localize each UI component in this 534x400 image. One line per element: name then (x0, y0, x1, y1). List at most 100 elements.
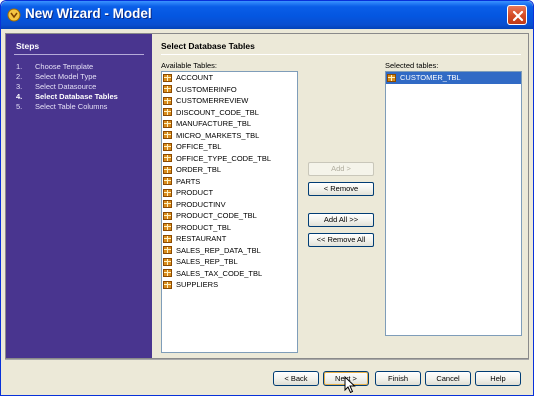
database-table-icon (163, 177, 172, 186)
table-name: SALES_REP_DATA_TBL (176, 245, 261, 255)
main-panel: Select Database Tables Available Tables:… (152, 34, 528, 358)
database-table-icon (163, 165, 172, 174)
step-number: 4. (16, 92, 23, 101)
database-table-icon (163, 211, 172, 220)
available-tables-label: Available Tables: (161, 61, 218, 70)
table-list-item[interactable]: OFFICE_TBL (162, 141, 297, 153)
help-button[interactable]: Help (475, 371, 521, 386)
selected-tables-label: Selected tables: (385, 61, 439, 70)
step-number: 1. (16, 62, 23, 71)
table-list-item[interactable]: SUPPLIERS (162, 279, 297, 291)
table-name: SALES_REP_TBL (176, 257, 238, 266)
table-list-item[interactable]: CUSTOMER_TBL (386, 72, 521, 84)
table-name: MICRO_MARKETS_TBL (176, 130, 260, 140)
table-list-item[interactable]: OFFICE_TYPE_CODE_TBL (162, 153, 297, 165)
table-list-item[interactable]: MICRO_MARKETS_TBL (162, 130, 297, 142)
section-divider (161, 54, 521, 55)
footer-divider (5, 359, 529, 360)
table-list-item[interactable]: PRODUCT_CODE_TBL (162, 210, 297, 222)
database-table-icon (163, 142, 172, 151)
table-name: PRODUCT_TBL (176, 222, 232, 232)
table-list-item[interactable]: SALES_REP_DATA_TBL (162, 245, 297, 257)
table-name: PRODUCT (176, 188, 214, 197)
step-select-database-tables: 4. Select Database Tables (16, 92, 118, 101)
table-list-item[interactable]: PRODUCTINV (162, 199, 297, 211)
table-list-item[interactable]: CUSTOMERREVIEW (162, 95, 297, 107)
back-button[interactable]: < Back (273, 371, 319, 386)
table-list-item[interactable]: DISCOUNT_CODE_TBL (162, 107, 297, 119)
step-label: Select Model Type (35, 72, 97, 81)
database-table-icon (163, 269, 172, 278)
remove-all-button[interactable]: << Remove All (308, 233, 374, 247)
table-list-item[interactable]: CUSTOMERINFO (162, 84, 297, 96)
table-list-item[interactable]: ORDER_TBL (162, 164, 297, 176)
wizard-window: New Wizard - Model Steps 1. Choose Templa… (0, 0, 534, 396)
table-name: PRODUCTINV (176, 199, 226, 209)
table-name: OFFICE_TYPE_CODE_TBL (176, 153, 272, 163)
table-list-item[interactable]: MANUFACTURE_TBL (162, 118, 297, 130)
table-list-item[interactable]: SALES_REP_TBL (162, 256, 297, 268)
wizard-content: Steps 1. Choose Template 2. Select Model T… (5, 33, 529, 359)
database-table-icon (387, 73, 396, 82)
wizard-icon (7, 8, 21, 22)
step-select-datasource: 3. Select Datasource (16, 82, 96, 91)
database-table-icon (163, 234, 172, 243)
section-title: Select Database Tables (161, 41, 255, 51)
database-table-icon (163, 119, 172, 128)
remove-button[interactable]: < Remove (308, 182, 374, 196)
window-title: New Wizard - Model (25, 6, 152, 21)
steps-panel: Steps 1. Choose Template 2. Select Model T… (6, 34, 152, 358)
database-table-icon (163, 188, 172, 197)
table-name: PARTS (176, 176, 201, 186)
database-table-icon (163, 246, 172, 255)
table-name: CUSTOMERINFO (176, 84, 237, 94)
database-table-icon (163, 131, 172, 140)
table-list-item[interactable]: PARTS (162, 176, 297, 188)
step-label: Select Datasource (35, 82, 97, 91)
table-name: RESTAURANT (176, 234, 227, 243)
step-select-table-columns: 5. Select Table Columns (16, 102, 107, 111)
table-name: DISCOUNT_CODE_TBL (176, 107, 259, 117)
mouse-cursor-icon (344, 376, 356, 394)
database-table-icon (163, 154, 172, 163)
steps-title: Steps (16, 41, 40, 51)
table-list-item[interactable]: PRODUCT_TBL (162, 222, 297, 234)
database-table-icon (163, 85, 172, 94)
step-label: Select Table Columns (35, 102, 108, 111)
add-all-button[interactable]: Add All >> (308, 213, 374, 227)
table-name: OFFICE_TBL (176, 142, 222, 151)
table-name: ACCOUNT (176, 73, 214, 82)
available-tables-list[interactable]: ACCOUNT CUSTOMERINFO CUSTOMERREVIEW DISCOUN… (161, 71, 298, 353)
close-button[interactable] (507, 5, 527, 25)
close-icon (512, 10, 524, 22)
table-name: PRODUCT_CODE_TBL (176, 211, 257, 220)
table-name: MANUFACTURE_TBL (176, 119, 252, 128)
step-label: Choose Template (35, 62, 94, 71)
database-table-icon (163, 200, 172, 209)
title-bar[interactable]: New Wizard - Model (1, 1, 533, 29)
table-name: SALES_TAX_CODE_TBL (176, 268, 263, 278)
table-name: CUSTOMERREVIEW (176, 96, 249, 105)
database-table-icon (163, 108, 172, 117)
step-select-model-type: 2. Select Model Type (16, 72, 97, 81)
table-name: SUPPLIERS (176, 280, 219, 289)
table-list-item[interactable]: SALES_TAX_CODE_TBL (162, 268, 297, 280)
database-table-icon (163, 96, 172, 105)
table-name: CUSTOMER_TBL (400, 73, 461, 82)
table-name: ORDER_TBL (176, 165, 222, 174)
table-list-item[interactable]: RESTAURANT (162, 233, 297, 245)
database-table-icon (163, 223, 172, 232)
table-list-item[interactable]: ACCOUNT (162, 72, 297, 84)
database-table-icon (163, 257, 172, 266)
steps-divider (14, 54, 144, 55)
step-number: 2. (16, 72, 23, 81)
table-list-item[interactable]: PRODUCT (162, 187, 297, 199)
finish-button[interactable]: Finish (375, 371, 421, 386)
step-label: Select Database Tables (35, 92, 118, 101)
step-number: 5. (16, 102, 23, 111)
database-table-icon (163, 73, 172, 82)
cancel-button[interactable]: Cancel (425, 371, 471, 386)
selected-tables-list[interactable]: CUSTOMER_TBL (385, 71, 522, 336)
add-button[interactable]: Add > (308, 162, 374, 176)
step-number: 3. (16, 82, 23, 91)
